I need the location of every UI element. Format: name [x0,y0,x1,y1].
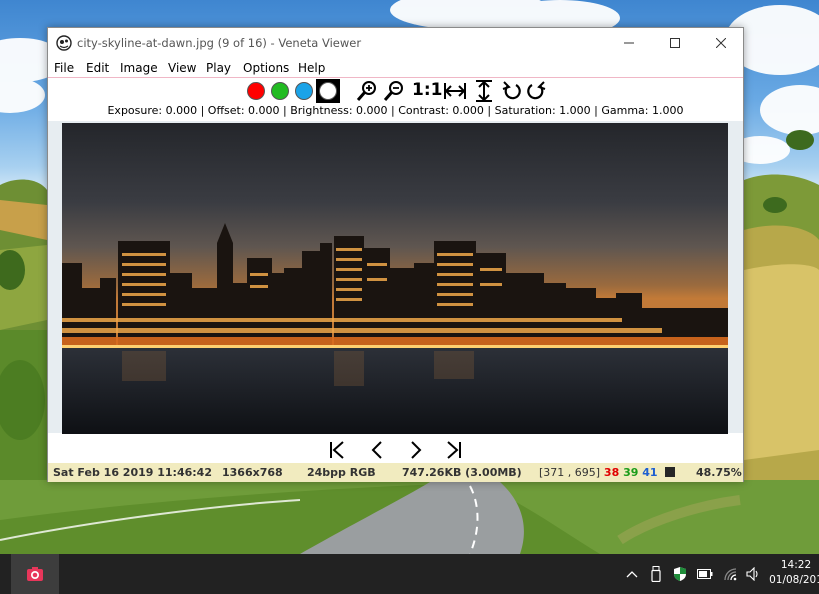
minimize-icon [624,42,634,44]
image-canvas[interactable] [48,121,743,434]
menu-edit[interactable]: Edit [86,61,109,75]
all-channels-icon [319,82,337,100]
clock-time: 14:22 [780,559,812,571]
security-tray-button[interactable] [670,554,690,594]
status-dimensions: 1366x768 [222,466,283,479]
maximize-icon [670,38,680,48]
show-hidden-icons-button[interactable] [622,554,642,594]
menu-view[interactable]: View [168,61,196,75]
rotate-right-icon [527,81,546,100]
rotate-left-button[interactable] [500,79,524,103]
status-zoom: 48.75% [696,466,742,479]
taskbar: 14:22 01/08/201 [0,554,819,594]
chevron-right-icon [411,441,422,459]
app-icon [56,35,72,51]
city-skyline-photo [62,123,728,434]
blue-channel-icon [295,82,313,100]
menu-play[interactable]: Play [206,61,231,75]
viewer-window: city-skyline-at-dawn.jpg (9 of 16) - Ven… [47,27,744,482]
usb-drive-icon [651,566,661,582]
actual-size-button[interactable]: 1:1 [412,80,442,100]
menu-options[interactable]: Options [243,61,289,75]
rotate-left-icon [502,81,521,100]
chevron-left-icon [371,441,382,459]
shield-icon [674,567,686,581]
menu-bar: File Edit Image View Play Options Help [48,58,743,78]
toolbar: 1:1 [48,79,743,103]
maximize-button[interactable] [652,28,698,58]
status-date: Sat Feb 16 2019 11:46:42 [53,466,212,479]
status-blue-value: 41 [642,466,658,479]
previous-image-button[interactable] [364,437,390,463]
camera-icon [27,567,43,581]
status-pixel-info: [371 , 695] 38 39 41 [539,466,676,479]
close-icon [716,38,726,48]
fit-width-button[interactable] [443,79,467,103]
last-image-button[interactable] [441,437,467,463]
menu-file[interactable]: File [54,61,74,75]
clock-date: 01/08/201 [769,574,819,586]
rotate-right-button[interactable] [524,79,548,103]
next-image-button[interactable] [403,437,429,463]
taskbar-viewer-app[interactable] [11,554,59,594]
status-format: 24bpp RGB [307,466,376,479]
network-tray-button[interactable] [720,554,740,594]
wifi-icon [724,568,737,581]
status-red-value: 38 [603,466,620,479]
volume-tray-button[interactable] [743,554,763,594]
green-channel-icon [271,82,289,100]
minimize-button[interactable] [606,28,652,58]
fit-height-icon [476,80,492,102]
first-image-icon [330,441,344,459]
status-filesize: 747.26KB (3.00MB) [402,466,522,479]
last-image-icon [447,441,461,459]
zoom-out-icon [383,81,403,101]
menu-help[interactable]: Help [298,61,325,75]
speaker-icon [746,567,758,581]
zoom-out-button[interactable] [382,79,406,103]
pixel-color-swatch [665,467,676,477]
window-title: city-skyline-at-dawn.jpg (9 of 16) - Ven… [77,36,362,50]
adjustment-values: Exposure: 0.000 | Offset: 0.000 | Bright… [107,104,684,117]
zoom-in-icon [356,81,376,101]
status-green-value: 39 [623,466,639,479]
close-button[interactable] [698,28,744,58]
red-channel-icon [247,82,265,100]
title-bar[interactable]: city-skyline-at-dawn.jpg (9 of 16) - Ven… [48,28,743,58]
menu-image[interactable]: Image [120,61,158,75]
battery-icon [697,569,713,579]
first-image-button[interactable] [324,437,350,463]
blue-channel-button[interactable] [292,79,316,103]
status-bar: Sat Feb 16 2019 11:46:42 1366x768 24bpp … [48,463,743,482]
chevron-up-icon [626,571,638,578]
green-channel-button[interactable] [268,79,292,103]
all-channels-button[interactable] [316,79,340,103]
taskbar-clock[interactable]: 14:22 01/08/201 [766,558,819,588]
status-cursor: [371 , 695] [539,466,601,479]
zoom-in-button[interactable] [355,79,379,103]
navigation-bar [48,437,743,463]
battery-tray-button[interactable] [694,554,716,594]
red-channel-button[interactable] [244,79,268,103]
usb-tray-button[interactable] [646,554,666,594]
fit-height-button[interactable] [472,79,496,103]
fit-width-icon [444,83,466,99]
